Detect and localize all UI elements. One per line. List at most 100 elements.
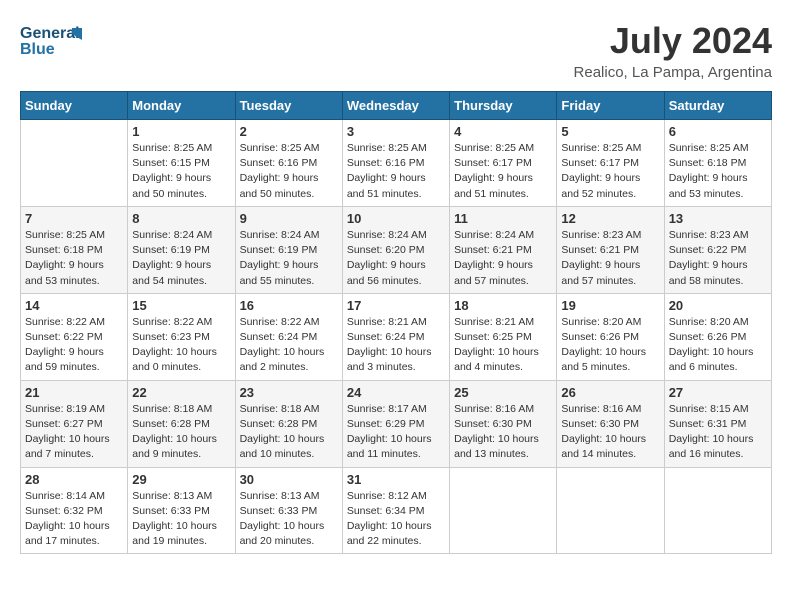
calendar-cell: [21, 120, 128, 207]
calendar-cell: 7 Sunrise: 8:25 AMSunset: 6:18 PMDaylight…: [21, 206, 128, 293]
day-number: 31: [347, 472, 445, 487]
day-info: Sunrise: 8:22 AMSunset: 6:22 PMDaylight:…: [25, 315, 123, 376]
day-number: 7: [25, 211, 123, 226]
day-info: Sunrise: 8:24 AMSunset: 6:19 PMDaylight:…: [240, 228, 338, 289]
day-info: Sunrise: 8:17 AMSunset: 6:29 PMDaylight:…: [347, 402, 445, 463]
week-row-3: 21 Sunrise: 8:19 AMSunset: 6:27 PMDayligh…: [21, 380, 772, 467]
day-number: 2: [240, 124, 338, 139]
header-tuesday: Tuesday: [235, 92, 342, 120]
day-info: Sunrise: 8:16 AMSunset: 6:30 PMDaylight:…: [561, 402, 659, 463]
day-info: Sunrise: 8:23 AMSunset: 6:21 PMDaylight:…: [561, 228, 659, 289]
calendar-header-row: SundayMondayTuesdayWednesdayThursdayFrid…: [21, 92, 772, 120]
day-info: Sunrise: 8:21 AMSunset: 6:24 PMDaylight:…: [347, 315, 445, 376]
calendar-cell: 3Sunrise: 8:25 AMSunset: 6:16 PMDaylight…: [342, 120, 449, 207]
calendar-cell: 2 Sunrise: 8:25 AMSunset: 6:16 PMDaylight…: [235, 120, 342, 207]
calendar-cell: 14 Sunrise: 8:22 AMSunset: 6:22 PMDayligh…: [21, 293, 128, 380]
day-info: Sunrise: 8:25 AMSunset: 6:16 PMDaylight:…: [240, 141, 338, 202]
day-number: 24: [347, 385, 445, 400]
calendar-cell: 21 Sunrise: 8:19 AMSunset: 6:27 PMDayligh…: [21, 380, 128, 467]
day-info: Sunrise: 8:15 AMSunset: 6:31 PMDaylight:…: [669, 402, 767, 463]
calendar-cell: 20Sunrise: 8:20 AMSunset: 6:26 PMDayligh…: [664, 293, 771, 380]
page-header: GeneralBlue July 2024 Realico, La Pampa,…: [20, 20, 772, 81]
day-number: 22: [132, 385, 230, 400]
day-info: Sunrise: 8:22 AMSunset: 6:23 PMDaylight:…: [132, 315, 230, 376]
day-info: Sunrise: 8:13 AMSunset: 6:33 PMDaylight:…: [132, 489, 230, 550]
day-info: Sunrise: 8:25 AMSunset: 6:16 PMDaylight:…: [347, 141, 445, 202]
calendar-cell: 1 Sunrise: 8:25 AMSunset: 6:15 PMDaylight…: [128, 120, 235, 207]
day-number: 19: [561, 298, 659, 313]
day-number: 30: [240, 472, 338, 487]
day-info: Sunrise: 8:22 AMSunset: 6:24 PMDaylight:…: [240, 315, 338, 376]
logo: GeneralBlue: [20, 20, 100, 60]
day-number: 25: [454, 385, 552, 400]
calendar-cell: 10Sunrise: 8:24 AMSunset: 6:20 PMDayligh…: [342, 206, 449, 293]
day-info: Sunrise: 8:24 AMSunset: 6:21 PMDaylight:…: [454, 228, 552, 289]
day-number: 27: [669, 385, 767, 400]
day-info: Sunrise: 8:25 AMSunset: 6:17 PMDaylight:…: [454, 141, 552, 202]
calendar-cell: 19 Sunrise: 8:20 AMSunset: 6:26 PMDayligh…: [557, 293, 664, 380]
calendar-cell: 24 Sunrise: 8:17 AMSunset: 6:29 PMDayligh…: [342, 380, 449, 467]
day-number: 18: [454, 298, 552, 313]
calendar-cell: 11 Sunrise: 8:24 AMSunset: 6:21 PMDayligh…: [450, 206, 557, 293]
day-number: 8: [132, 211, 230, 226]
calendar-cell: [450, 467, 557, 554]
week-row-0: 1 Sunrise: 8:25 AMSunset: 6:15 PMDaylight…: [21, 120, 772, 207]
logo-svg: GeneralBlue: [20, 20, 100, 60]
calendar-cell: 25 Sunrise: 8:16 AMSunset: 6:30 PMDayligh…: [450, 380, 557, 467]
header-wednesday: Wednesday: [342, 92, 449, 120]
day-number: 21: [25, 385, 123, 400]
day-info: Sunrise: 8:21 AMSunset: 6:25 PMDaylight:…: [454, 315, 552, 376]
day-number: 29: [132, 472, 230, 487]
calendar-cell: 29 Sunrise: 8:13 AMSunset: 6:33 PMDayligh…: [128, 467, 235, 554]
calendar-cell: 5 Sunrise: 8:25 AMSunset: 6:17 PMDaylight…: [557, 120, 664, 207]
header-saturday: Saturday: [664, 92, 771, 120]
day-info: Sunrise: 8:18 AMSunset: 6:28 PMDaylight:…: [132, 402, 230, 463]
calendar-cell: 30 Sunrise: 8:13 AMSunset: 6:33 PMDayligh…: [235, 467, 342, 554]
day-number: 16: [240, 298, 338, 313]
day-number: 1: [132, 124, 230, 139]
calendar-cell: 26Sunrise: 8:16 AMSunset: 6:30 PMDayligh…: [557, 380, 664, 467]
day-number: 9: [240, 211, 338, 226]
day-info: Sunrise: 8:19 AMSunset: 6:27 PMDaylight:…: [25, 402, 123, 463]
calendar-cell: 18 Sunrise: 8:21 AMSunset: 6:25 PMDayligh…: [450, 293, 557, 380]
day-number: 28: [25, 472, 123, 487]
day-number: 11: [454, 211, 552, 226]
day-info: Sunrise: 8:25 AMSunset: 6:18 PMDaylight:…: [25, 228, 123, 289]
day-info: Sunrise: 8:13 AMSunset: 6:33 PMDaylight:…: [240, 489, 338, 550]
day-number: 10: [347, 211, 445, 226]
day-number: 14: [25, 298, 123, 313]
day-info: Sunrise: 8:16 AMSunset: 6:30 PMDaylight:…: [454, 402, 552, 463]
day-number: 6: [669, 124, 767, 139]
header-sunday: Sunday: [21, 92, 128, 120]
day-info: Sunrise: 8:25 AMSunset: 6:15 PMDaylight:…: [132, 141, 230, 202]
day-info: Sunrise: 8:25 AMSunset: 6:17 PMDaylight:…: [561, 141, 659, 202]
day-info: Sunrise: 8:20 AMSunset: 6:26 PMDaylight:…: [561, 315, 659, 376]
calendar-cell: 12 Sunrise: 8:23 AMSunset: 6:21 PMDayligh…: [557, 206, 664, 293]
calendar-cell: [664, 467, 771, 554]
day-number: 20: [669, 298, 767, 313]
day-number: 17: [347, 298, 445, 313]
calendar-table: SundayMondayTuesdayWednesdayThursdayFrid…: [20, 91, 772, 554]
day-number: 4: [454, 124, 552, 139]
calendar-cell: 4 Sunrise: 8:25 AMSunset: 6:17 PMDaylight…: [450, 120, 557, 207]
day-number: 13: [669, 211, 767, 226]
location-subtitle: Realico, La Pampa, Argentina: [574, 64, 772, 81]
calendar-cell: 22 Sunrise: 8:18 AMSunset: 6:28 PMDayligh…: [128, 380, 235, 467]
month-year-title: July 2024: [574, 20, 772, 62]
day-number: 5: [561, 124, 659, 139]
calendar-cell: 28 Sunrise: 8:14 AMSunset: 6:32 PMDayligh…: [21, 467, 128, 554]
calendar-cell: 27 Sunrise: 8:15 AMSunset: 6:31 PMDayligh…: [664, 380, 771, 467]
day-info: Sunrise: 8:25 AMSunset: 6:18 PMDaylight:…: [669, 141, 767, 202]
svg-text:Blue: Blue: [20, 41, 55, 58]
calendar-cell: 23Sunrise: 8:18 AMSunset: 6:28 PMDayligh…: [235, 380, 342, 467]
calendar-cell: 17 Sunrise: 8:21 AMSunset: 6:24 PMDayligh…: [342, 293, 449, 380]
header-monday: Monday: [128, 92, 235, 120]
calendar-cell: 31Sunrise: 8:12 AMSunset: 6:34 PMDayligh…: [342, 467, 449, 554]
svg-text:General: General: [20, 25, 80, 42]
header-thursday: Thursday: [450, 92, 557, 120]
week-row-2: 14 Sunrise: 8:22 AMSunset: 6:22 PMDayligh…: [21, 293, 772, 380]
day-info: Sunrise: 8:14 AMSunset: 6:32 PMDaylight:…: [25, 489, 123, 550]
header-friday: Friday: [557, 92, 664, 120]
day-number: 12: [561, 211, 659, 226]
day-number: 23: [240, 385, 338, 400]
